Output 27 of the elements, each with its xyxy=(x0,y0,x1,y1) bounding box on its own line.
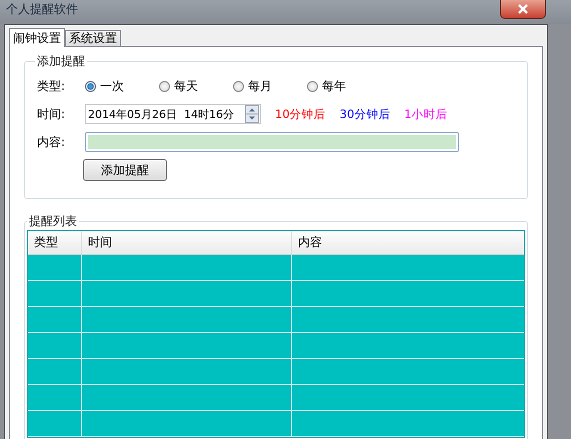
group-title: 提醒列表 xyxy=(28,213,78,230)
column-header[interactable]: 内容 xyxy=(292,231,524,254)
radio-button[interactable]: 一次 xyxy=(85,78,159,94)
content-field[interactable] xyxy=(85,132,459,152)
datetime-field[interactable]: 2014年05月26日 14时16分 xyxy=(85,104,261,124)
tab[interactable]: 系统设置 xyxy=(65,30,121,46)
radio-button[interactable]: 每天 xyxy=(159,78,233,94)
add-reminder-button[interactable]: 添加提醒 xyxy=(83,159,167,181)
group-title: 添加提醒 xyxy=(36,53,86,70)
field-label: 时间: xyxy=(36,106,66,122)
spinner-icon xyxy=(245,105,259,123)
radio-label: 每天 xyxy=(174,78,198,94)
quick-time-link[interactable]: 10分钟后 xyxy=(275,106,326,122)
radio-label: 一次 xyxy=(100,78,124,94)
column-header[interactable]: 时间 xyxy=(82,231,292,254)
field-label: 类型: xyxy=(36,78,66,94)
close-icon xyxy=(517,4,529,14)
tab[interactable]: 闹钟设置 xyxy=(9,28,65,47)
close-button[interactable] xyxy=(500,0,546,19)
radio-button[interactable]: 每年 xyxy=(307,78,381,94)
window-title: 个人提醒软件 xyxy=(5,1,78,18)
radio-label: 每月 xyxy=(248,78,272,94)
radio-button[interactable]: 每月 xyxy=(233,78,307,94)
quick-time-link[interactable]: 30分钟后 xyxy=(340,106,390,122)
column-header[interactable]: 类型 xyxy=(28,231,82,254)
field-label: 内容: xyxy=(36,134,66,150)
radio-label: 每年 xyxy=(322,78,346,94)
